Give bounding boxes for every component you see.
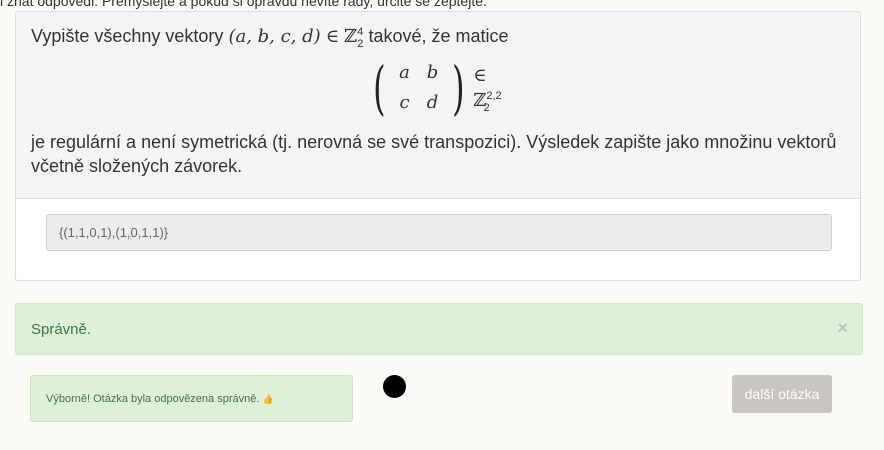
question-suffix: takové, že matice <box>368 26 509 46</box>
instructions-text: i znát odpovědi. Přemýšlejte a pokud si … <box>0 0 487 9</box>
in-symbol: ∈ <box>325 26 340 47</box>
vector-math: (a, b, c, d) <box>228 26 321 47</box>
next-question-button[interactable]: další otázka <box>732 375 832 413</box>
matrix-entry-b: b <box>426 62 439 83</box>
cursor-dot <box>383 375 406 398</box>
matrix-entry-c: c <box>399 92 410 113</box>
field-sub: 2 <box>357 37 364 50</box>
matrix-space: ∈ ℤ2,22 <box>473 63 508 113</box>
left-paren: ( <box>373 54 386 122</box>
thumbs-up-icon: 👍 <box>262 394 274 404</box>
matrix-in-symbol: ∈ <box>473 65 487 86</box>
matrix-entry-d: d <box>426 92 439 113</box>
question-panel: Vypište všechny vektory (a, b, c, d) ∈ ℤ… <box>15 11 861 281</box>
field-sup: 4 <box>357 26 364 38</box>
matrix-display: ( a b c d ) ∈ ℤ2,22 <box>31 58 845 118</box>
feedback-text: Výborně! Otázka byla odpovězena správně. <box>46 393 260 405</box>
matrix-entry-a: a <box>399 62 410 83</box>
question-line: Vypište všechny vektory (a, b, c, d) ∈ ℤ… <box>31 24 845 49</box>
matrix-grid: a b c d <box>391 58 447 118</box>
answer-area: {(1,1,0,1),(1,0,1,1)} <box>16 199 860 251</box>
close-icon[interactable]: × <box>837 318 848 338</box>
right-paren: ) <box>451 54 465 122</box>
field-symbol: ℤ <box>344 26 358 47</box>
feedback-box: Výborně! Otázka byla odpovězena správně.… <box>30 375 353 422</box>
matrix-space-sub: 2 <box>483 101 490 114</box>
result-message: Správně. <box>31 321 92 338</box>
question-prefix: Vypište všechny vektory <box>31 26 224 46</box>
question-body: je regulární a není symetrická (tj. nero… <box>31 132 837 176</box>
matrix-space-sup: 2,2 <box>486 90 502 102</box>
answer-field: {(1,1,0,1),(1,0,1,1)} <box>46 214 832 251</box>
question-header: Vypište všechny vektory (a, b, c, d) ∈ ℤ… <box>16 12 860 199</box>
result-alert: Správně. × <box>15 303 863 355</box>
